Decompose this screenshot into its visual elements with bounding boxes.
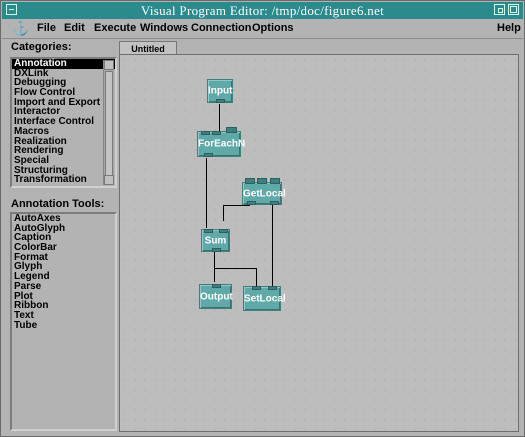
tools-label: Annotation Tools: [11,198,105,210]
menu-bar: ⚓ File Edit Execute Windows Connection O… [2,19,523,39]
node-setlocal[interactable]: SetLocal [243,286,286,311]
input-port[interactable] [252,286,261,290]
input-port[interactable] [212,131,221,135]
input-port[interactable] [226,127,237,133]
node-foreachn-label: ForEachN [198,138,246,150]
scroll-thumb[interactable] [105,71,113,179]
menu-file[interactable]: File [37,22,56,34]
tool-item-tube[interactable]: Tube [12,320,115,331]
input-port[interactable] [257,178,267,184]
anchor-icon[interactable]: ⚓ [12,20,29,37]
node-setlocal-label: SetLocal [244,293,286,304]
input-port[interactable] [201,131,210,135]
output-port[interactable] [247,201,256,205]
categories-label: Categories: [11,41,72,53]
input-port[interactable] [219,229,228,233]
output-port[interactable] [204,153,213,157]
input-port[interactable] [245,178,255,184]
menu-execute[interactable]: Execute [94,22,136,34]
window-menu-icon[interactable] [6,4,17,15]
categories-scrollbar[interactable] [103,60,114,185]
tools-list[interactable]: AutoAxes AutoGlyph Caption ColorBar Form… [10,212,117,431]
minimize-icon[interactable] [494,4,505,15]
wire-getlocal-sum-h [223,205,250,206]
maximize-icon[interactable] [508,4,519,15]
window-title: Visual Program Editor: /tmp/doc/figure6.… [140,2,385,18]
wire-input-foreach [219,104,220,132]
input-port[interactable] [268,286,277,290]
input-port[interactable] [212,284,221,288]
menu-connection[interactable]: Connection [191,22,252,34]
scroll-down-icon[interactable] [104,175,114,185]
category-item-transformation[interactable]: Transformation [12,175,115,185]
menu-options[interactable]: Options [252,22,294,34]
wire-sum-setlocal-h [214,268,256,269]
node-foreachn[interactable]: ForEachN [197,127,246,157]
node-input-label: Input [208,85,233,97]
program-canvas[interactable]: Input ForEachN GetLocal Sum Output SetLo… [119,54,519,432]
wire-sum-setlocal-v [256,268,257,288]
output-port[interactable] [216,99,225,103]
wire-foreach-sum [206,158,207,228]
node-getlocal[interactable]: GetLocal [242,178,286,205]
title-bar[interactable]: Visual Program Editor: /tmp/doc/figure6.… [2,2,523,19]
node-sum-label: Sum [204,235,227,246]
menu-edit[interactable]: Edit [64,22,85,34]
input-port[interactable] [204,229,213,233]
node-output[interactable]: Output [199,284,233,309]
wire-sum-output [214,252,215,282]
scroll-up-icon[interactable] [104,60,114,70]
wire-getlocal-setlocal [272,205,273,288]
node-input[interactable]: Input [207,79,233,103]
menu-windows[interactable]: Windows [140,22,188,34]
categories-list[interactable]: Annotation DXLink Debugging Flow Control… [10,57,117,188]
node-getlocal-label: GetLocal [243,188,286,199]
app-window: Visual Program Editor: /tmp/doc/figure6.… [0,0,525,437]
input-port[interactable] [270,178,280,184]
node-output-label: Output [200,291,233,302]
node-sum[interactable]: Sum [201,229,230,252]
output-port[interactable] [212,248,221,252]
output-port[interactable] [270,201,279,205]
menu-help[interactable]: Help [497,22,521,34]
wire-getlocal-sum-v [223,205,224,221]
